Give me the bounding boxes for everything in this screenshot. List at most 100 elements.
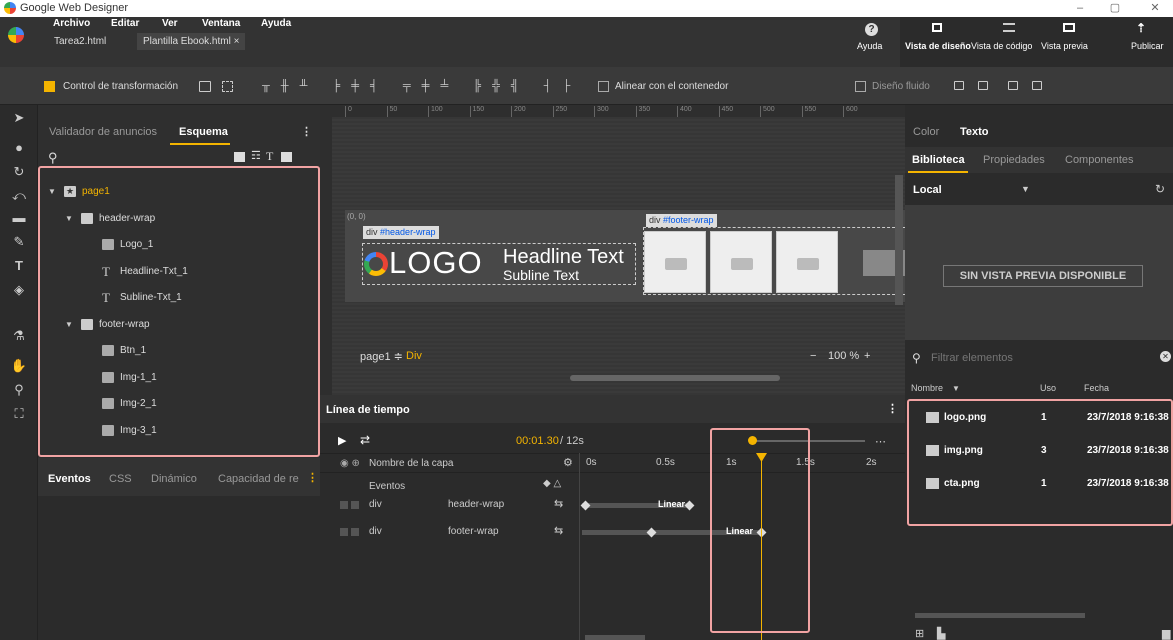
text-tool-icon[interactable]: T bbox=[10, 257, 28, 275]
select-tool-icon[interactable]: ➤ bbox=[10, 109, 28, 127]
timeline-layer-row[interactable]: div header-wrap ⇆ Linear bbox=[320, 495, 905, 517]
zoom-tool-icon[interactable]: ⚲ bbox=[10, 381, 28, 399]
ungroup-icon[interactable] bbox=[978, 81, 988, 90]
clear-filter-icon[interactable]: ✕ bbox=[1160, 351, 1171, 362]
group-icon[interactable] bbox=[954, 81, 964, 90]
timeline-menu-icon[interactable]: ⋮ bbox=[887, 402, 898, 415]
hand-tool-icon[interactable]: ✋ bbox=[10, 357, 28, 375]
minimize-button[interactable]: – bbox=[1065, 0, 1095, 17]
transform-control-checkbox[interactable] bbox=[44, 81, 55, 92]
events-panel-menu-icon[interactable]: ⋮ bbox=[307, 471, 318, 484]
fluid-design-checkbox[interactable] bbox=[855, 81, 866, 92]
gear-icon[interactable]: ⚙ bbox=[563, 456, 573, 469]
zoom-level[interactable]: 100 % bbox=[828, 350, 859, 362]
layer-visibility-icon[interactable] bbox=[340, 501, 348, 509]
component-icon[interactable] bbox=[1008, 81, 1018, 90]
keyframe-icon[interactable] bbox=[684, 500, 695, 511]
design-view-button[interactable]: Vista de diseño bbox=[905, 41, 971, 51]
pen-tool-icon[interactable]: ✎ bbox=[10, 233, 28, 251]
img-1-placeholder[interactable] bbox=[644, 231, 706, 293]
menu-ayuda[interactable]: Ayuda bbox=[261, 18, 291, 29]
column-name[interactable]: Nombre bbox=[911, 383, 943, 393]
tab-properties[interactable]: Propiedades bbox=[983, 154, 1045, 166]
subline-text[interactable]: Subline Text bbox=[503, 267, 579, 283]
refresh-icon[interactable]: ↻ bbox=[1155, 182, 1165, 196]
fill-tool-icon[interactable]: ◈ bbox=[10, 281, 28, 299]
tab-library[interactable]: Biblioteca bbox=[912, 154, 965, 166]
page-selector[interactable]: page1 ≑ bbox=[360, 350, 403, 363]
vertical-scrollbar[interactable] bbox=[895, 175, 903, 305]
tab-ad-validator[interactable]: Validador de anuncios bbox=[49, 126, 157, 138]
zoom-out-button[interactable]: − bbox=[810, 350, 816, 362]
play-icon[interactable]: ▶ bbox=[338, 434, 346, 447]
3d-translate-tool-icon[interactable]: ⤺ bbox=[10, 187, 28, 205]
add-asset-icon[interactable]: ⊞ bbox=[915, 627, 924, 640]
sort-down-icon[interactable]: ▼ bbox=[952, 384, 960, 393]
tab-responsive[interactable]: Capacidad de re bbox=[218, 473, 299, 485]
layer-swap-icon[interactable]: ⇆ bbox=[554, 524, 563, 537]
menu-editar[interactable]: Editar bbox=[111, 18, 139, 29]
layer-lock-icon[interactable] bbox=[351, 528, 359, 536]
events-add-icons[interactable]: ◆ △ bbox=[543, 478, 561, 489]
preview-button[interactable]: Vista previa bbox=[1041, 41, 1088, 51]
asset-list-scrollbar[interactable] bbox=[915, 613, 1085, 618]
timeline-options-icon[interactable]: ⋯ bbox=[875, 435, 886, 448]
3d-rotate-tool-icon[interactable]: ↻ bbox=[10, 163, 28, 181]
doc-tab-plantilla[interactable]: Plantilla Ebook.html × bbox=[137, 33, 246, 50]
img-2-placeholder[interactable] bbox=[710, 231, 772, 293]
menu-archivo[interactable]: Archivo bbox=[53, 18, 90, 29]
layer-visibility-icon[interactable] bbox=[340, 528, 348, 536]
code-view-button[interactable]: Vista de código bbox=[971, 41, 1032, 51]
search-icon[interactable]: ⚲ bbox=[48, 150, 58, 166]
transform-box-icon[interactable] bbox=[222, 81, 233, 92]
transform-3d-icon[interactable] bbox=[199, 81, 211, 92]
chevron-down-icon[interactable]: ▼ bbox=[1021, 184, 1030, 194]
layer-swap-icon[interactable]: ⇆ bbox=[554, 497, 563, 510]
help-label[interactable]: Ayuda bbox=[857, 41, 882, 51]
publish-button[interactable]: Publicar bbox=[1131, 41, 1164, 51]
tab-css[interactable]: CSS bbox=[109, 473, 132, 485]
img-3-placeholder[interactable] bbox=[776, 231, 838, 293]
visibility-lock-icons[interactable]: ◉ ⊕ bbox=[340, 458, 360, 469]
menu-ventana[interactable]: Ventana bbox=[202, 18, 240, 29]
close-button[interactable]: ✕ bbox=[1140, 0, 1170, 17]
menu-ver[interactable]: Ver bbox=[162, 18, 178, 29]
wrap-icon[interactable] bbox=[1032, 81, 1042, 90]
zoom-in-button[interactable]: + bbox=[864, 350, 870, 362]
tab-events[interactable]: Eventos bbox=[48, 473, 91, 485]
component-filter-icon[interactable] bbox=[281, 152, 292, 162]
column-use[interactable]: Uso bbox=[1040, 383, 1056, 393]
fit-screen-icon[interactable]: ⛶ bbox=[10, 405, 28, 423]
tab-components[interactable]: Componentes bbox=[1065, 154, 1134, 166]
panel-menu-icon[interactable]: ⋮ bbox=[301, 125, 312, 138]
maximize-button[interactable]: ▢ bbox=[1100, 0, 1130, 17]
text-filter-icon[interactable]: T bbox=[266, 149, 273, 164]
layer-lock-icon[interactable] bbox=[351, 501, 359, 509]
new-folder-icon[interactable]: ▙ bbox=[937, 627, 945, 640]
tab-text[interactable]: Texto bbox=[960, 126, 989, 138]
logo-text[interactable]: LOGO bbox=[389, 245, 483, 281]
doc-tab-close-icon[interactable]: × bbox=[234, 36, 240, 47]
tab-dynamic[interactable]: Dinámico bbox=[151, 473, 197, 485]
align-container-checkbox[interactable] bbox=[598, 81, 609, 92]
element-type-label: Div bbox=[406, 350, 422, 362]
loop-icon[interactable]: ⇄ bbox=[360, 433, 370, 447]
headline-text[interactable]: Headline Text bbox=[503, 246, 624, 269]
timeline-layer-row[interactable]: div footer-wrap ⇆ Linear bbox=[320, 522, 905, 544]
location-select[interactable]: Local bbox=[913, 184, 942, 196]
timeline-scrollbar[interactable] bbox=[585, 635, 645, 640]
trash-icon[interactable]: ▆ bbox=[1162, 627, 1170, 640]
image-filter-icon[interactable] bbox=[234, 152, 245, 162]
color-picker-icon[interactable]: ⚗ bbox=[10, 327, 28, 345]
grid-filter-icon[interactable]: ☶ bbox=[251, 149, 261, 162]
tab-outline[interactable]: Esquema bbox=[179, 126, 228, 138]
filter-input[interactable] bbox=[931, 349, 1131, 367]
tag-tool-icon[interactable]: ● bbox=[10, 139, 28, 157]
horizontal-scrollbar[interactable] bbox=[570, 375, 780, 381]
shape-tool-icon[interactable]: ▬ bbox=[10, 209, 28, 227]
help-icon[interactable]: ? bbox=[865, 23, 878, 36]
doc-tab-tarea2[interactable]: Tarea2.html bbox=[48, 33, 112, 50]
align-icons[interactable]: ╥╫╨ ╞╪╡ ╤╪╧ ╠╬╣ ┤├ bbox=[262, 80, 581, 92]
tab-color[interactable]: Color bbox=[913, 126, 939, 138]
column-date[interactable]: Fecha bbox=[1084, 383, 1109, 393]
